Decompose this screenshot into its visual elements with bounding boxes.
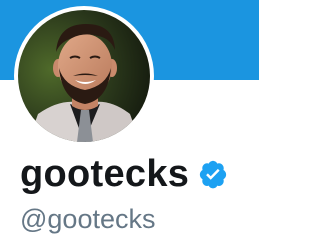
verified-badge-icon[interactable] — [198, 159, 228, 189]
avatar-border — [14, 6, 154, 146]
display-name-row: gootecks — [20, 150, 228, 198]
profile-photo-icon — [18, 10, 150, 142]
avatar[interactable] — [18, 10, 150, 142]
handle[interactable]: @gootecks — [20, 204, 155, 235]
display-name[interactable]: gootecks — [20, 153, 189, 196]
